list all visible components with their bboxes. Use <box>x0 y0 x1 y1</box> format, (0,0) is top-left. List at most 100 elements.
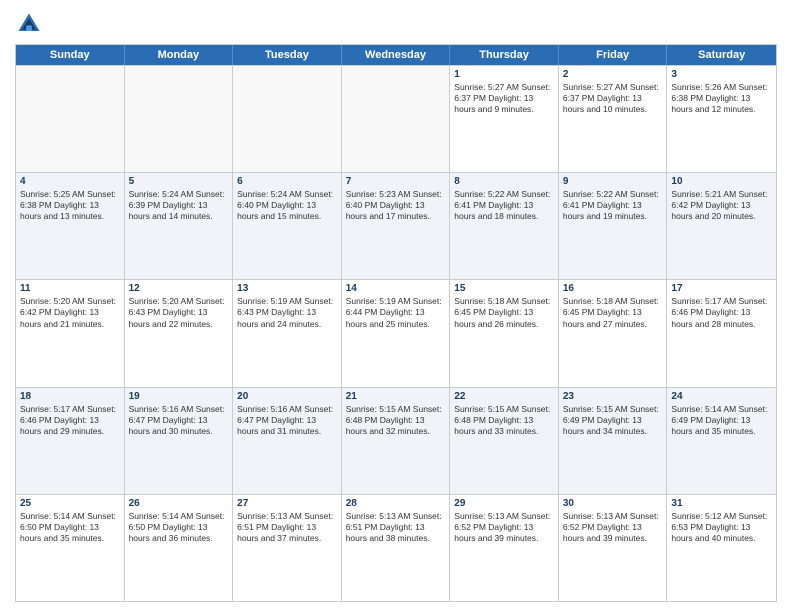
day-info: Sunrise: 5:14 AM Sunset: 6:50 PM Dayligh… <box>20 511 120 544</box>
day-cell-21: 21Sunrise: 5:15 AM Sunset: 6:48 PM Dayli… <box>342 388 451 494</box>
day-info: Sunrise: 5:27 AM Sunset: 6:37 PM Dayligh… <box>454 82 554 115</box>
day-number: 6 <box>237 176 337 187</box>
day-info: Sunrise: 5:20 AM Sunset: 6:42 PM Dayligh… <box>20 296 120 329</box>
day-number: 30 <box>563 498 663 509</box>
header-day-thursday: Thursday <box>450 45 559 65</box>
day-cell-24: 24 Sunrise: 5:14 AM Sunset: 6:49 PM Dayli… <box>667 388 776 494</box>
header-day-tuesday: Tuesday <box>233 45 342 65</box>
day-cell-14: 14 Sunrise: 5:19 AM Sunset: 6:44 PM Dayli… <box>342 280 451 386</box>
day-number: 21 <box>346 391 446 402</box>
day-number: 18 <box>20 391 120 402</box>
day-number: 13 <box>237 283 337 294</box>
day-cell-11: 11 Sunrise: 5:20 AM Sunset: 6:42 PM Dayli… <box>16 280 125 386</box>
day-number: 27 <box>237 498 337 509</box>
calendar: SundayMondayTuesdayWednesdayThursdayFrid… <box>15 44 777 602</box>
day-number: 24 <box>671 391 772 402</box>
page: SundayMondayTuesdayWednesdayThursdayFrid… <box>0 0 792 612</box>
day-cell-15: 15 Sunrise: 5:18 AM Sunset: 6:45 PM Dayli… <box>450 280 559 386</box>
calendar-header: SundayMondayTuesdayWednesdayThursdayFrid… <box>16 45 776 65</box>
day-number: 25 <box>20 498 120 509</box>
day-info: Sunrise: 5:21 AM Sunset: 6:42 PM Dayligh… <box>671 189 772 222</box>
day-cell-7: 7 Sunrise: 5:23 AM Sunset: 6:40 PM Daylig… <box>342 173 451 279</box>
calendar-week-1: 1 Sunrise: 5:27 AM Sunset: 6:37 PM Daylig… <box>16 65 776 172</box>
day-info: Sunrise: 5:22 AM Sunset: 6:41 PM Dayligh… <box>563 189 663 222</box>
day-info: Sunrise: 5:17 AM Sunset: 6:46 PM Dayligh… <box>671 296 772 329</box>
calendar-week-2: 4Sunrise: 5:25 AM Sunset: 6:38 PM Daylig… <box>16 172 776 279</box>
day-number: 1 <box>454 69 554 80</box>
day-cell-13: 13 Sunrise: 5:19 AM Sunset: 6:43 PM Dayli… <box>233 280 342 386</box>
day-info: Sunrise: 5:16 AM Sunset: 6:47 PM Dayligh… <box>129 404 229 437</box>
day-cell-1: 1 Sunrise: 5:27 AM Sunset: 6:37 PM Daylig… <box>450 66 559 172</box>
header-day-wednesday: Wednesday <box>342 45 451 65</box>
day-cell-20: 20 Sunrise: 5:16 AM Sunset: 6:47 PM Dayli… <box>233 388 342 494</box>
day-number: 3 <box>671 69 772 80</box>
day-info: Sunrise: 5:18 AM Sunset: 6:45 PM Dayligh… <box>454 296 554 329</box>
day-info: Sunrise: 5:14 AM Sunset: 6:50 PM Dayligh… <box>129 511 229 544</box>
day-number: 10 <box>671 176 772 187</box>
day-cell-9: 9 Sunrise: 5:22 AM Sunset: 6:41 PM Daylig… <box>559 173 668 279</box>
logo <box>15 10 47 38</box>
day-cell-16: 16 Sunrise: 5:18 AM Sunset: 6:45 PM Dayli… <box>559 280 668 386</box>
day-cell-29: 29Sunrise: 5:13 AM Sunset: 6:52 PM Dayli… <box>450 495 559 601</box>
calendar-week-5: 25 Sunrise: 5:14 AM Sunset: 6:50 PM Dayli… <box>16 494 776 601</box>
day-cell-3: 3 Sunrise: 5:26 AM Sunset: 6:38 PM Daylig… <box>667 66 776 172</box>
day-number: 31 <box>671 498 772 509</box>
calendar-body: 1 Sunrise: 5:27 AM Sunset: 6:37 PM Daylig… <box>16 65 776 601</box>
day-cell-4: 4Sunrise: 5:25 AM Sunset: 6:38 PM Daylig… <box>16 173 125 279</box>
day-number: 15 <box>454 283 554 294</box>
day-number: 23 <box>563 391 663 402</box>
day-cell-19: 19 Sunrise: 5:16 AM Sunset: 6:47 PM Dayli… <box>125 388 234 494</box>
day-info: Sunrise: 5:26 AM Sunset: 6:38 PM Dayligh… <box>671 82 772 115</box>
day-cell-12: 12 Sunrise: 5:20 AM Sunset: 6:43 PM Dayli… <box>125 280 234 386</box>
day-number: 22 <box>454 391 554 402</box>
day-info: Sunrise: 5:13 AM Sunset: 6:52 PM Dayligh… <box>563 511 663 544</box>
empty-cell <box>125 66 234 172</box>
day-cell-5: 5Sunrise: 5:24 AM Sunset: 6:39 PM Daylig… <box>125 173 234 279</box>
day-info: Sunrise: 5:19 AM Sunset: 6:43 PM Dayligh… <box>237 296 337 329</box>
header-day-saturday: Saturday <box>667 45 776 65</box>
day-number: 4 <box>20 176 120 187</box>
day-number: 5 <box>129 176 229 187</box>
day-cell-8: 8 Sunrise: 5:22 AM Sunset: 6:41 PM Daylig… <box>450 173 559 279</box>
day-number: 26 <box>129 498 229 509</box>
day-info: Sunrise: 5:22 AM Sunset: 6:41 PM Dayligh… <box>454 189 554 222</box>
header-day-sunday: Sunday <box>16 45 125 65</box>
day-info: Sunrise: 5:19 AM Sunset: 6:44 PM Dayligh… <box>346 296 446 329</box>
day-number: 29 <box>454 498 554 509</box>
day-number: 9 <box>563 176 663 187</box>
day-info: Sunrise: 5:17 AM Sunset: 6:46 PM Dayligh… <box>20 404 120 437</box>
day-cell-17: 17Sunrise: 5:17 AM Sunset: 6:46 PM Dayli… <box>667 280 776 386</box>
day-number: 2 <box>563 69 663 80</box>
day-cell-10: 10 Sunrise: 5:21 AM Sunset: 6:42 PM Dayli… <box>667 173 776 279</box>
day-info: Sunrise: 5:15 AM Sunset: 6:49 PM Dayligh… <box>563 404 663 437</box>
day-number: 19 <box>129 391 229 402</box>
day-number: 14 <box>346 283 446 294</box>
day-cell-31: 31 Sunrise: 5:12 AM Sunset: 6:53 PM Dayli… <box>667 495 776 601</box>
header-day-friday: Friday <box>559 45 668 65</box>
day-cell-2: 2Sunrise: 5:27 AM Sunset: 6:37 PM Daylig… <box>559 66 668 172</box>
day-info: Sunrise: 5:18 AM Sunset: 6:45 PM Dayligh… <box>563 296 663 329</box>
day-info: Sunrise: 5:24 AM Sunset: 6:40 PM Dayligh… <box>237 189 337 222</box>
day-info: Sunrise: 5:15 AM Sunset: 6:48 PM Dayligh… <box>454 404 554 437</box>
day-info: Sunrise: 5:12 AM Sunset: 6:53 PM Dayligh… <box>671 511 772 544</box>
day-number: 8 <box>454 176 554 187</box>
day-number: 28 <box>346 498 446 509</box>
day-cell-30: 30 Sunrise: 5:13 AM Sunset: 6:52 PM Dayli… <box>559 495 668 601</box>
calendar-week-3: 11 Sunrise: 5:20 AM Sunset: 6:42 PM Dayli… <box>16 279 776 386</box>
day-number: 7 <box>346 176 446 187</box>
day-cell-18: 18 Sunrise: 5:17 AM Sunset: 6:46 PM Dayli… <box>16 388 125 494</box>
header <box>15 10 777 38</box>
day-info: Sunrise: 5:13 AM Sunset: 6:51 PM Dayligh… <box>346 511 446 544</box>
day-info: Sunrise: 5:16 AM Sunset: 6:47 PM Dayligh… <box>237 404 337 437</box>
day-number: 11 <box>20 283 120 294</box>
calendar-week-4: 18 Sunrise: 5:17 AM Sunset: 6:46 PM Dayli… <box>16 387 776 494</box>
day-info: Sunrise: 5:14 AM Sunset: 6:49 PM Dayligh… <box>671 404 772 437</box>
empty-cell <box>16 66 125 172</box>
day-info: Sunrise: 5:20 AM Sunset: 6:43 PM Dayligh… <box>129 296 229 329</box>
day-number: 20 <box>237 391 337 402</box>
day-cell-27: 27 Sunrise: 5:13 AM Sunset: 6:51 PM Dayli… <box>233 495 342 601</box>
day-info: Sunrise: 5:13 AM Sunset: 6:51 PM Dayligh… <box>237 511 337 544</box>
day-number: 12 <box>129 283 229 294</box>
day-info: Sunrise: 5:23 AM Sunset: 6:40 PM Dayligh… <box>346 189 446 222</box>
day-number: 16 <box>563 283 663 294</box>
